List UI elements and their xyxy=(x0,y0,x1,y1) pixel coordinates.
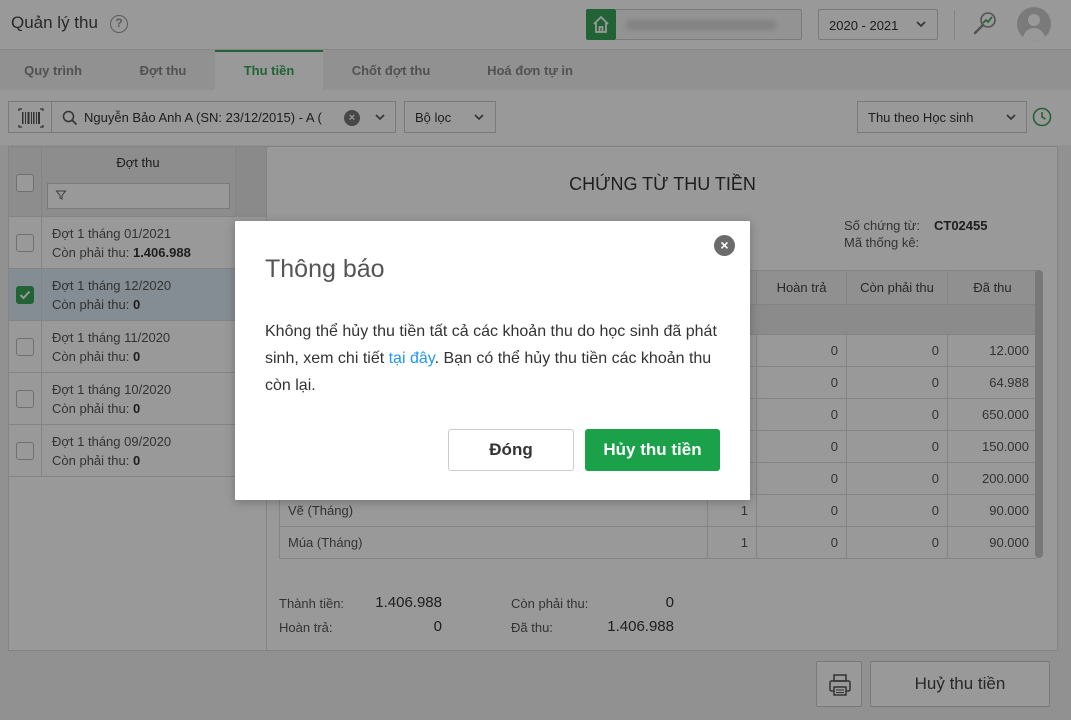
details-link[interactable]: tại đây xyxy=(389,350,435,367)
confirm-cancel-collection-button[interactable]: Hủy thu tiền xyxy=(585,429,720,471)
dialog-message: Không thể hủy thu tiền tất cả các khoản … xyxy=(265,318,735,399)
dialog-title: Thông báo xyxy=(265,255,385,283)
dialog-close-button[interactable]: Đóng xyxy=(448,429,574,471)
close-icon[interactable]: × xyxy=(714,235,735,256)
notification-dialog: × Thông báo Không thể hủy thu tiền tất c… xyxy=(235,221,750,500)
